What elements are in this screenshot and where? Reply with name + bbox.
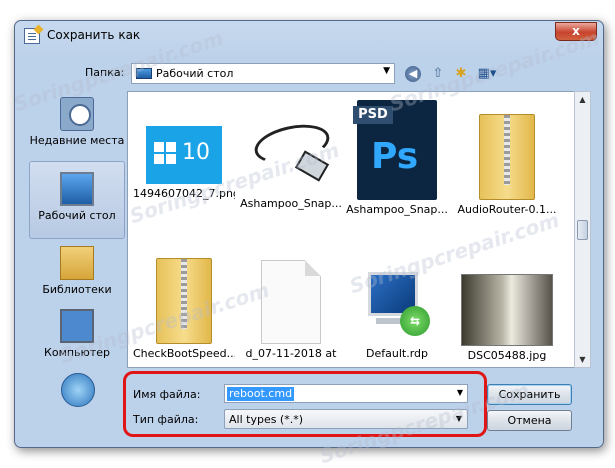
up-folder-icon[interactable]: ⇧	[428, 64, 448, 84]
title-bar: Сохранить как x	[15, 21, 603, 49]
file-name: d_07-11-2018 at	[245, 347, 337, 360]
folder-label: Папка:	[85, 66, 125, 79]
file-thumbnail: 10	[146, 126, 222, 184]
filetype-select[interactable]: All types (*.*) ▼	[224, 409, 468, 429]
network-icon	[61, 373, 95, 407]
file-name: CheckBootSpeed...	[133, 347, 235, 360]
filename-label: Имя файла:	[133, 388, 201, 401]
file-item[interactable]: PSD Ps Ashampoo_Snap...	[346, 92, 448, 216]
close-button[interactable]: x	[555, 22, 597, 41]
computer-icon	[60, 309, 94, 343]
libraries-icon	[60, 246, 94, 280]
navigation-toolbar: Папка: Рабочий стол ▼ ◀ ⇧ ✱ ▦▾	[15, 61, 603, 87]
sidebar-item-libraries[interactable]: Библиотеки	[29, 246, 125, 296]
sidebar-item-label: Компьютер	[44, 346, 110, 359]
file-list: 10 1494607042_7.png Ashampoo_Snap... PSD…	[127, 91, 587, 368]
sidebar-item-recent[interactable]: Недавние места	[29, 97, 125, 147]
places-sidebar: Недавние места Рабочий стол Библиотеки К…	[29, 91, 125, 366]
filetype-label: Тип файла:	[133, 413, 199, 426]
photoshop-logo: Ps	[371, 136, 419, 177]
file-name: Ashampoo_Snap...	[240, 197, 342, 210]
sidebar-item-label: Недавние места	[29, 134, 125, 147]
back-arrow-icon[interactable]: ◀	[405, 66, 421, 82]
chevron-down-icon[interactable]: ▼	[383, 66, 390, 76]
windows-logo-icon	[154, 142, 176, 164]
window-title: Сохранить как	[47, 28, 141, 42]
document-icon	[261, 260, 321, 344]
view-menu-icon[interactable]: ▦▾	[477, 64, 497, 84]
file-item[interactable]: DSC05488.jpg	[456, 240, 558, 362]
recent-places-icon	[60, 97, 94, 131]
save-button[interactable]: Сохранить	[487, 384, 572, 405]
save-document-icon	[24, 28, 40, 44]
file-item[interactable]: 10 1494607042_7.png	[133, 92, 235, 200]
zip-folder-icon	[479, 114, 535, 200]
file-thumbnail	[461, 274, 553, 346]
scroll-down-icon[interactable]: ▼	[575, 352, 590, 367]
chevron-down-icon[interactable]: ▼	[456, 414, 462, 423]
file-name: DSC05488.jpg	[467, 349, 547, 362]
filetype-value: All types (*.*)	[229, 413, 304, 426]
sidebar-item-computer[interactable]: Компьютер	[29, 309, 125, 359]
thumbnail-text: 10	[182, 140, 210, 165]
desktop-icon	[136, 68, 152, 79]
sidebar-item-label: Рабочий стол	[38, 209, 116, 222]
file-item[interactable]: Ashampoo_Snap...	[240, 92, 342, 210]
zip-folder-icon	[156, 258, 212, 344]
cancel-button[interactable]: Отмена	[487, 410, 572, 431]
file-item[interactable]: AudioRouter-0.1...	[456, 92, 558, 216]
file-name: 1494607042_7.png	[133, 187, 235, 200]
file-thumbnail	[248, 114, 334, 194]
scroll-up-icon[interactable]: ▲	[575, 92, 590, 107]
scroll-thumb[interactable]	[577, 220, 588, 240]
chevron-down-icon[interactable]: ▼	[457, 388, 463, 397]
file-name: Ashampoo_Snap...	[346, 203, 448, 216]
save-as-dialog: Сохранить как x Папка: Рабочий стол ▼ ◀ …	[11, 20, 604, 468]
file-item[interactable]: d_07-11-2018 at	[240, 240, 342, 360]
sidebar-item-network[interactable]	[61, 373, 95, 407]
folder-combo[interactable]: Рабочий стол ▼	[131, 63, 395, 84]
connect-badge-icon: ⇆	[400, 306, 430, 336]
remote-desktop-icon: ⇆	[362, 266, 432, 344]
new-folder-icon[interactable]: ✱	[451, 64, 471, 84]
sidebar-item-desktop[interactable]: Рабочий стол	[29, 161, 125, 239]
file-thumbnail: PSD Ps	[353, 100, 437, 200]
sidebar-item-label: Библиотеки	[42, 283, 112, 296]
folder-value: Рабочий стол	[156, 67, 234, 80]
filename-value: reboot.cmd	[227, 387, 295, 401]
file-name: AudioRouter-0.1...	[457, 203, 557, 216]
vertical-scrollbar[interactable]: ▲ ▼	[574, 91, 591, 368]
thumbnail-text: PSD	[353, 106, 393, 124]
filename-input[interactable]: reboot.cmd ▼	[224, 384, 468, 403]
desktop-icon	[60, 172, 94, 206]
file-item[interactable]: ⇆ Default.rdp	[346, 240, 448, 360]
file-name: Default.rdp	[366, 347, 428, 360]
file-item[interactable]: CheckBootSpeed...	[133, 240, 235, 360]
